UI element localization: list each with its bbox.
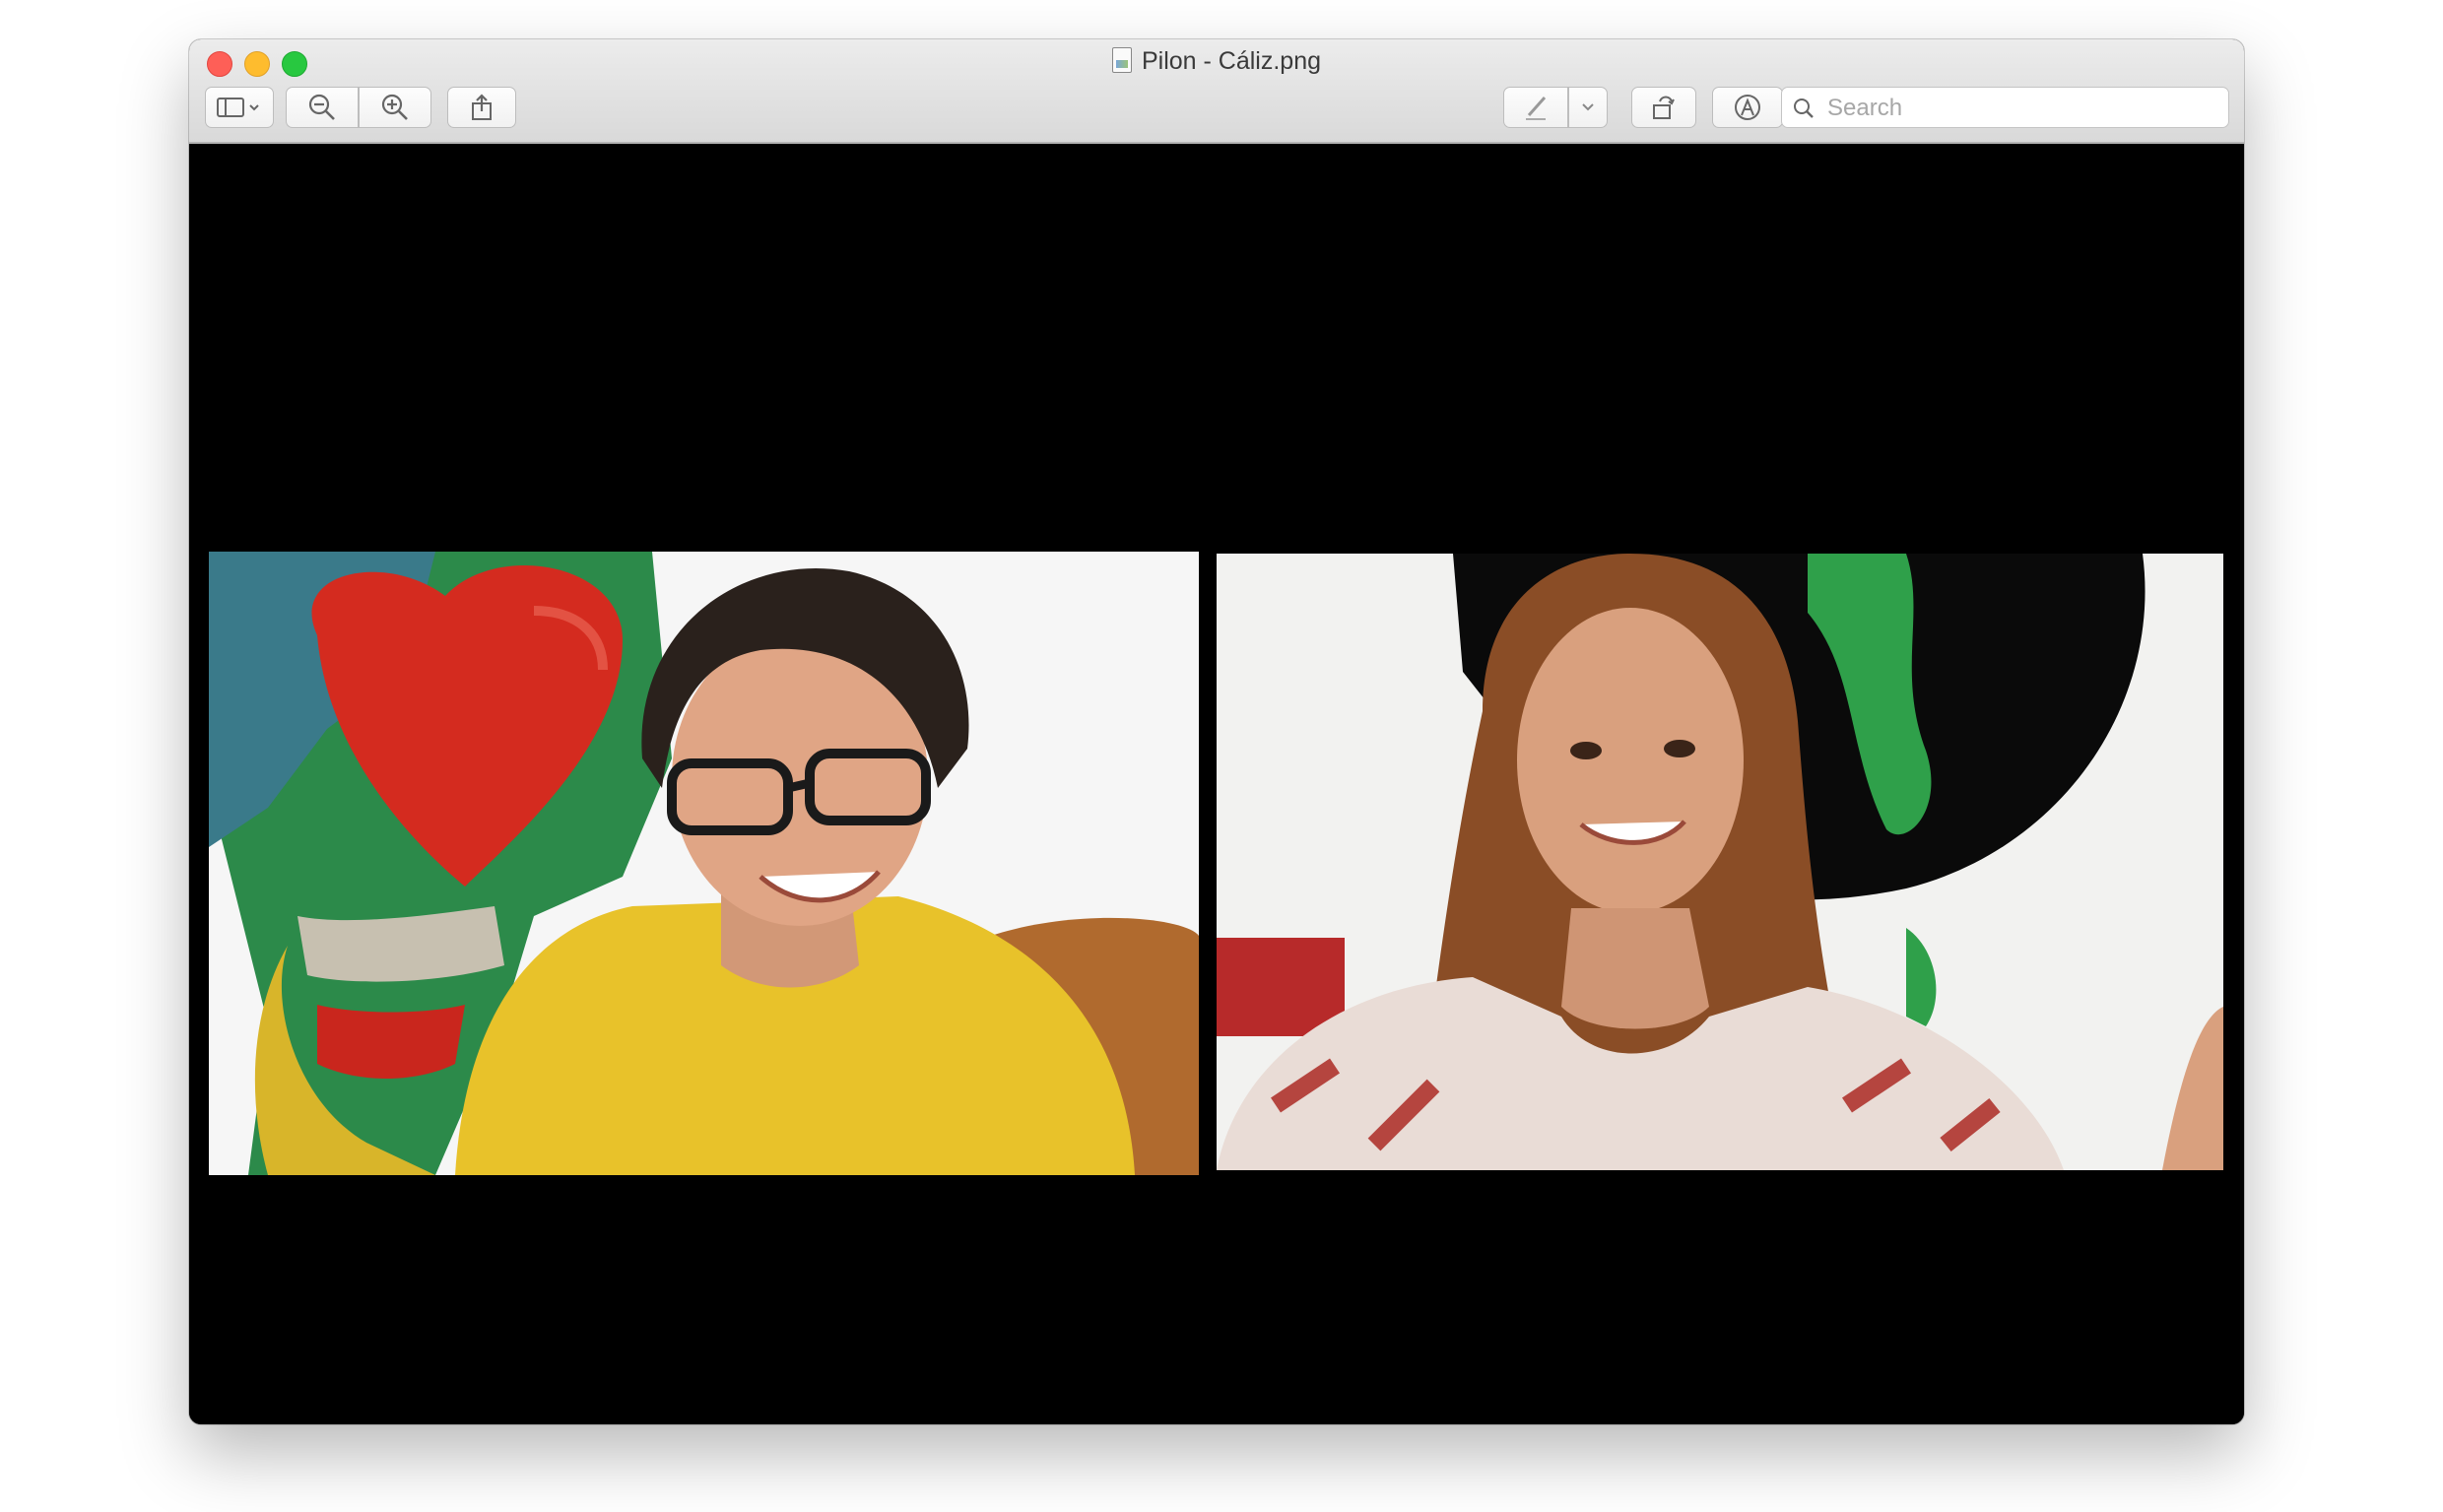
rotate-icon <box>1653 96 1675 119</box>
markup-dropdown-button[interactable] <box>1568 87 1608 128</box>
image-file-icon <box>1111 47 1132 73</box>
zoom-in-icon <box>381 94 408 120</box>
right-video-feed <box>1217 554 2223 1170</box>
window-title: Pilon - Cáliz.png <box>189 47 2244 76</box>
zoom-out-button[interactable] <box>286 87 359 128</box>
search-icon <box>1794 99 1814 118</box>
left-feed-image <box>209 552 1199 1175</box>
preview-window: Pilon - Cáliz.png <box>189 39 2244 1424</box>
zoom-in-button[interactable] <box>359 87 431 128</box>
markup-toolbar-button[interactable] <box>1712 87 1783 128</box>
window-title-text: Pilon - Cáliz.png <box>1141 47 1322 75</box>
search-field[interactable] <box>1781 87 2229 128</box>
search-input[interactable] <box>1825 92 2223 125</box>
sidebar-icon <box>217 98 259 117</box>
left-video-feed <box>209 552 1199 1175</box>
title-bar[interactable]: Pilon - Cáliz.png <box>189 39 2244 144</box>
image-canvas <box>189 144 2244 1424</box>
chevron-down-icon <box>1582 103 1594 111</box>
share-button[interactable] <box>447 87 516 128</box>
pen-icon <box>1526 97 1547 120</box>
markup-pen-button[interactable] <box>1503 87 1568 128</box>
share-icon <box>472 94 492 120</box>
zoom-out-icon <box>308 94 335 120</box>
rotate-button[interactable] <box>1631 87 1696 128</box>
sidebar-toggle-button[interactable] <box>205 87 274 128</box>
markup-circle-icon <box>1735 95 1760 120</box>
right-feed-image <box>1217 554 2223 1170</box>
